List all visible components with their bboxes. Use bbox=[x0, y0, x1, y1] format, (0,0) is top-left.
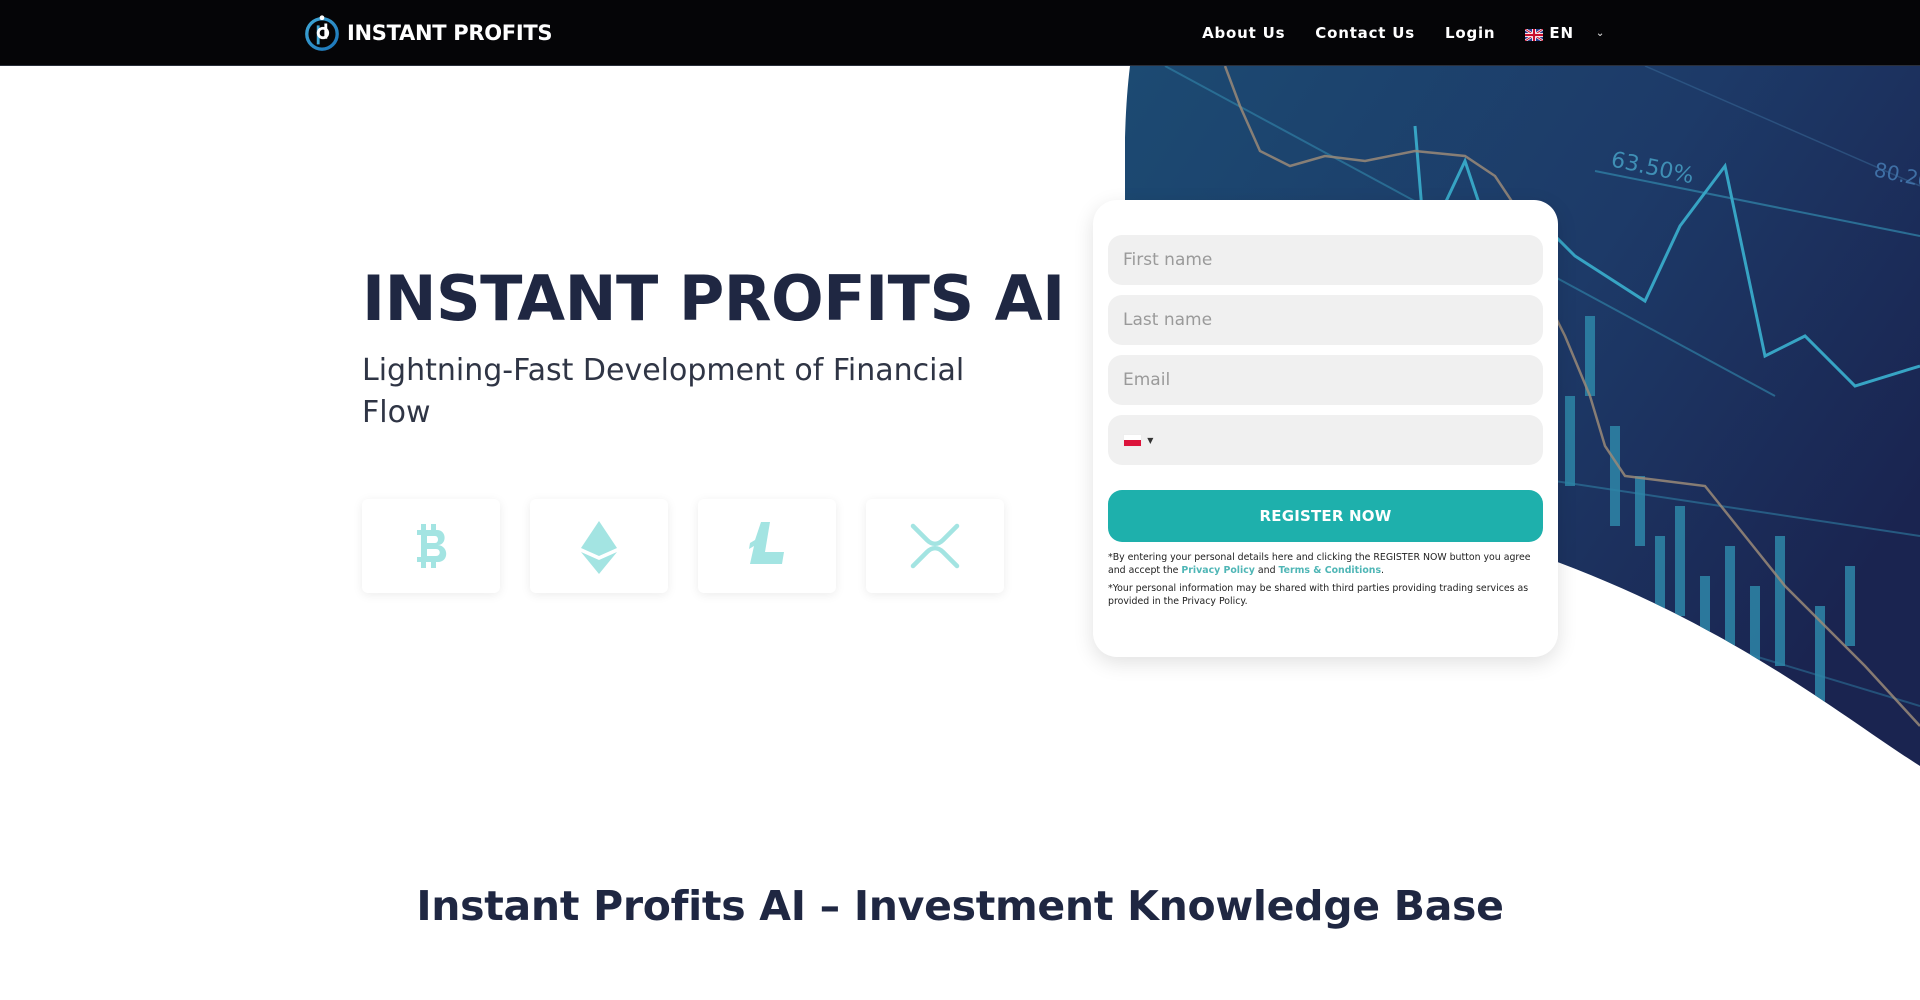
last-name-field[interactable] bbox=[1108, 295, 1543, 345]
coin-card-bitcoin bbox=[362, 499, 500, 593]
disclaimer-text: . bbox=[1381, 565, 1385, 576]
phone-input[interactable] bbox=[1161, 430, 1528, 450]
email-field[interactable] bbox=[1108, 355, 1543, 405]
logo-icon bbox=[303, 14, 341, 52]
brand-name: INSTANT PROFITS bbox=[347, 21, 553, 45]
crypto-coin-list bbox=[362, 499, 1004, 593]
language-code: EN bbox=[1549, 24, 1574, 42]
bitcoin-icon bbox=[417, 524, 447, 568]
nav-login[interactable]: Login bbox=[1445, 24, 1495, 42]
email-input[interactable] bbox=[1123, 370, 1528, 390]
poland-flag-icon[interactable] bbox=[1123, 433, 1143, 447]
disclaimer-text: and bbox=[1254, 565, 1279, 576]
chevron-down-icon: ⌄ bbox=[1595, 27, 1605, 39]
registration-form: ▼ REGISTER NOW *By entering your persona… bbox=[1093, 200, 1558, 657]
ethereum-icon bbox=[581, 521, 617, 574]
knowledge-base-heading: Instant Profits AI – Investment Knowledg… bbox=[416, 882, 1504, 930]
litecoin-icon bbox=[749, 522, 784, 564]
terms-conditions-link[interactable]: Terms & Conditions bbox=[1279, 565, 1382, 576]
coin-card-ripple bbox=[866, 499, 1004, 593]
consent-disclaimer: *By entering your personal details here … bbox=[1108, 551, 1543, 577]
country-dropdown-caret-icon[interactable]: ▼ bbox=[1147, 436, 1153, 445]
ripple-icon bbox=[910, 523, 960, 569]
nav-contact-us[interactable]: Contact Us bbox=[1315, 24, 1415, 42]
first-name-field[interactable] bbox=[1108, 235, 1543, 285]
top-navigation-bar: INSTANT PROFITS About Us Contact Us Logi… bbox=[0, 0, 1920, 66]
last-name-input[interactable] bbox=[1123, 310, 1528, 330]
phone-field[interactable]: ▼ bbox=[1108, 415, 1543, 465]
brand-logo[interactable]: INSTANT PROFITS bbox=[303, 13, 553, 53]
language-selector[interactable]: EN ⌄ bbox=[1524, 24, 1605, 42]
main-nav: About Us Contact Us Login EN ⌄ bbox=[1202, 0, 1605, 66]
uk-flag-icon bbox=[1524, 27, 1545, 42]
coin-card-litecoin bbox=[698, 499, 836, 593]
coin-card-ethereum bbox=[530, 499, 668, 593]
hero-title: INSTANT PROFITS AI bbox=[362, 262, 1065, 335]
data-sharing-disclaimer: *Your personal information may be shared… bbox=[1108, 583, 1529, 607]
privacy-policy-link[interactable]: Privacy Policy bbox=[1181, 565, 1255, 576]
first-name-input[interactable] bbox=[1123, 250, 1528, 270]
nav-about-us[interactable]: About Us bbox=[1202, 24, 1285, 42]
register-now-button[interactable]: REGISTER NOW bbox=[1108, 490, 1543, 542]
hero-subtitle: Lightning-Fast Development of Financial … bbox=[362, 353, 965, 430]
